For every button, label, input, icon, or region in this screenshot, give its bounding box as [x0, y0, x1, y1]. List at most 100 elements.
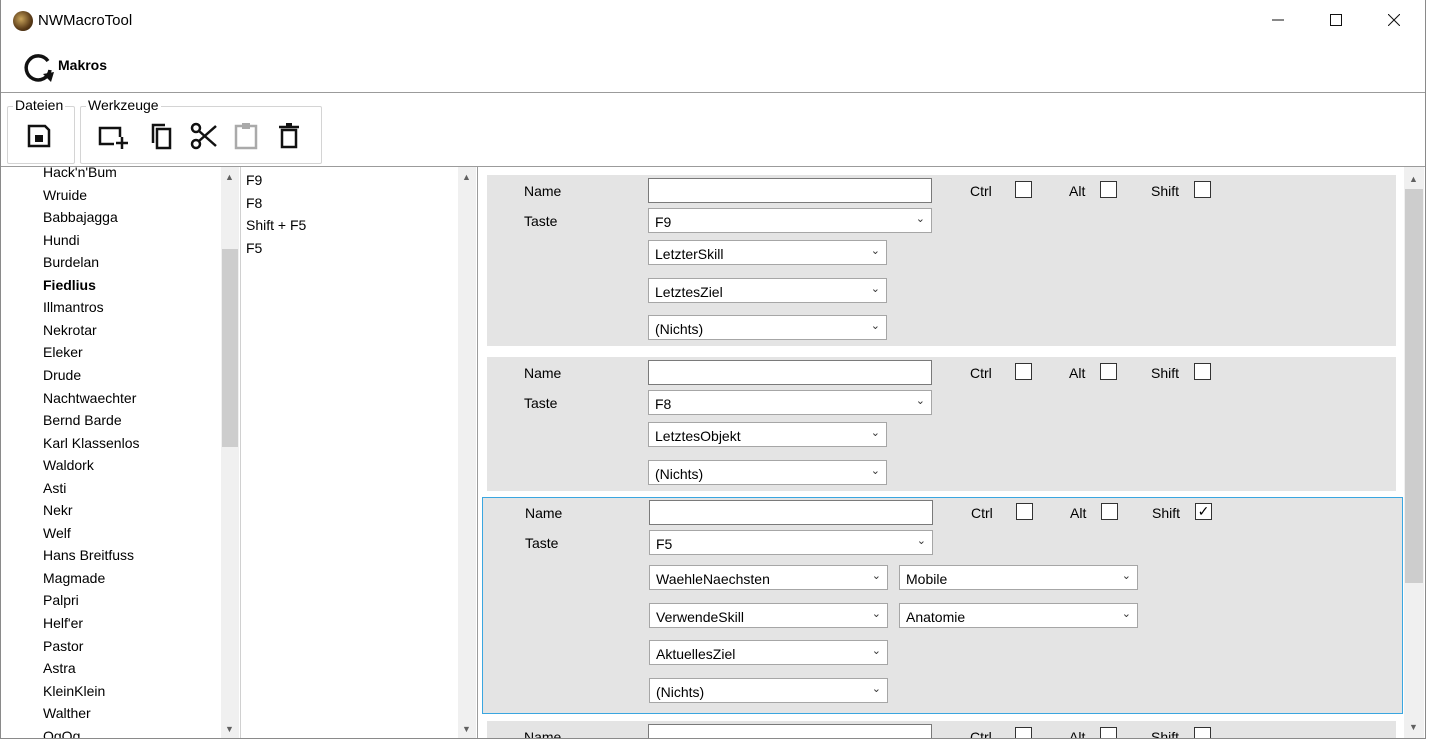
- character-list-item[interactable]: Welf: [43, 525, 71, 541]
- macro-name-input[interactable]: [648, 178, 932, 203]
- character-list-item[interactable]: Palpri: [43, 592, 79, 608]
- checkbox[interactable]: [1015, 727, 1032, 738]
- character-list-item[interactable]: Waldork: [43, 457, 94, 473]
- select-value: LetztesObjekt: [655, 428, 741, 444]
- action-select[interactable]: VerwendeSkill ⌄: [649, 602, 888, 628]
- character-list-item[interactable]: Astra: [43, 660, 76, 676]
- action-select[interactable]: LetztesZiel ⌄: [648, 277, 887, 303]
- alt-checkbox[interactable]: [1101, 503, 1118, 520]
- cut-button[interactable]: [188, 120, 220, 152]
- action-select[interactable]: AktuellesZiel ⌄: [649, 640, 888, 666]
- action-select[interactable]: WaehleNaechsten ⌄: [649, 565, 888, 590]
- add-macro-button[interactable]: [97, 120, 129, 152]
- scroll-up-icon[interactable]: ▲: [221, 168, 238, 185]
- macro-panel: Name Taste Ctrl Alt Shift ✓ F5 ⌄ WaehleNaechsten…: [482, 497, 1403, 714]
- macro-key-list-item[interactable]: F8: [246, 195, 262, 211]
- character-list-item[interactable]: Hundi: [43, 232, 80, 248]
- character-list-item[interactable]: Drude: [43, 367, 81, 383]
- macro-key-list-item[interactable]: F5: [246, 240, 262, 256]
- character-list-item[interactable]: Hans Breitfuss: [43, 547, 134, 563]
- close-button[interactable]: [1365, 0, 1423, 40]
- refresh-icon[interactable]: [21, 50, 55, 84]
- ctrl-checkbox[interactable]: [1015, 363, 1032, 380]
- copy-button[interactable]: [145, 120, 177, 152]
- key-select[interactable]: F8 ⌄: [648, 390, 932, 415]
- ctrl-checkbox[interactable]: [1016, 503, 1033, 520]
- ctrl-label: Ctrl: [970, 183, 992, 199]
- macro-key-scrollbar[interactable]: ▲ ▼: [458, 167, 476, 738]
- ctrl-checkbox[interactable]: [1015, 181, 1032, 198]
- character-list-item[interactable]: Walther: [43, 705, 91, 721]
- scrollbar-thumb[interactable]: [222, 249, 238, 447]
- scroll-up-icon[interactable]: ▲: [1405, 170, 1422, 187]
- character-list[interactable]: Hack'n'Bum Wruide Babbajagga Hundi Burdelan F…: [4, 167, 221, 738]
- editor-scrollbar[interactable]: ▲ ▼: [1404, 167, 1424, 738]
- select-value: (Nichts): [655, 321, 704, 337]
- character-list-item[interactable]: Nachtwaechter: [43, 390, 136, 406]
- character-list-item[interactable]: KleinKlein: [43, 683, 105, 699]
- character-list-item[interactable]: Asti: [43, 480, 66, 496]
- character-list-item[interactable]: Nekrotar: [43, 322, 97, 338]
- clipboard-icon: [234, 123, 258, 150]
- key-select[interactable]: F9 ⌄: [648, 208, 932, 233]
- close-icon: [1388, 14, 1400, 26]
- action-select[interactable]: LetzterSkill ⌄: [648, 240, 887, 265]
- save-button[interactable]: [23, 120, 55, 152]
- chevron-down-icon: ⌄: [1121, 570, 1131, 582]
- character-list-item[interactable]: Wruide: [43, 187, 87, 203]
- scroll-up-icon[interactable]: ▲: [458, 168, 475, 185]
- action-select[interactable]: (Nichts) ⌄: [648, 459, 887, 485]
- character-list-item[interactable]: Magmade: [43, 570, 105, 586]
- alt-checkbox[interactable]: [1100, 181, 1117, 198]
- character-list-item[interactable]: Hack'n'Bum: [43, 167, 117, 180]
- shift-checkbox[interactable]: [1194, 181, 1211, 198]
- tab-makros[interactable]: Makros: [58, 57, 107, 73]
- chevron-down-icon: ⌄: [871, 645, 881, 658]
- character-list-item[interactable]: Eleker: [43, 344, 83, 360]
- parameter-select[interactable]: Mobile ⌄: [899, 565, 1138, 590]
- alt-checkbox[interactable]: [1100, 363, 1117, 380]
- macro-key-list[interactable]: F9 F8 Shift + F5 F5: [241, 167, 457, 738]
- character-list-item[interactable]: Fiedlius: [43, 277, 96, 293]
- macro-name-input[interactable]: [648, 724, 932, 738]
- key-select-value: F8: [655, 396, 672, 412]
- character-list-item[interactable]: Pastor: [43, 638, 83, 654]
- character-list-item[interactable]: Helf'er: [43, 615, 83, 631]
- scroll-down-icon[interactable]: ▼: [1405, 718, 1422, 735]
- scroll-down-icon[interactable]: ▼: [221, 720, 238, 737]
- character-list-item[interactable]: Burdelan: [43, 254, 99, 270]
- delete-button[interactable]: [273, 120, 305, 152]
- key-select[interactable]: F5 ⌄: [649, 530, 933, 555]
- chevron-down-icon: ⌄: [871, 607, 881, 620]
- shift-checkbox[interactable]: [1194, 363, 1211, 380]
- shift-checkbox[interactable]: ✓: [1195, 503, 1212, 520]
- scroll-down-icon[interactable]: ▼: [458, 720, 475, 737]
- minimize-button[interactable]: [1249, 0, 1307, 40]
- chevron-down-icon: ⌄: [1121, 607, 1131, 620]
- character-list-item[interactable]: Nekr: [43, 502, 73, 518]
- action-select[interactable]: (Nichts) ⌄: [649, 677, 888, 703]
- paste-button[interactable]: [230, 120, 262, 152]
- action-select[interactable]: LetztesObjekt ⌄: [648, 422, 887, 447]
- checkbox[interactable]: [1194, 727, 1211, 738]
- action-select[interactable]: (Nichts) ⌄: [648, 315, 887, 340]
- select-value: Mobile: [906, 571, 948, 587]
- character-list-item[interactable]: Karl Klassenlos: [43, 435, 140, 451]
- macro-key-list-item[interactable]: Shift + F5: [246, 217, 306, 233]
- character-list-item[interactable]: Illmantros: [43, 299, 104, 315]
- select-value: AktuellesZiel: [656, 646, 736, 663]
- chevron-down-icon: ⌄: [915, 213, 925, 225]
- scrollbar-thumb[interactable]: [1405, 189, 1423, 583]
- maximize-button[interactable]: [1307, 0, 1365, 40]
- character-list-item[interactable]: OgOg: [43, 728, 80, 738]
- character-list-item[interactable]: Bernd Barde: [43, 412, 122, 428]
- macro-name-input[interactable]: [649, 500, 933, 525]
- checkbox[interactable]: [1100, 727, 1117, 738]
- save-icon: [27, 124, 51, 148]
- character-list-item[interactable]: Babbajagga: [43, 209, 118, 225]
- macro-name-input[interactable]: [648, 360, 932, 385]
- character-list-scrollbar[interactable]: ▲ ▼: [221, 167, 239, 738]
- select-value: (Nichts): [656, 683, 705, 700]
- macro-key-list-item[interactable]: F9: [246, 172, 262, 188]
- parameter-select[interactable]: Anatomie ⌄: [899, 602, 1138, 628]
